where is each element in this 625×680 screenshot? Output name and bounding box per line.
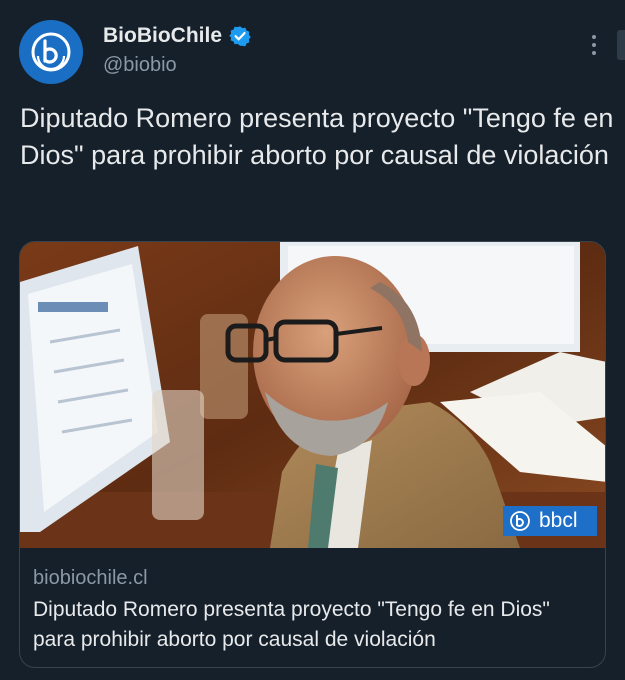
author-name-row: BioBioChile [103,24,251,48]
card-image[interactable] [20,242,605,548]
verified-badge-icon[interactable] [229,25,251,47]
more-options-icon[interactable] [580,30,608,60]
card-domain[interactable]: biobiochile.cl [33,567,148,590]
card-title[interactable]: Diputado Romero presenta proyecto "Tengo… [33,595,593,655]
avatar[interactable] [19,20,83,84]
handle[interactable]: @biobio [103,54,177,77]
watermark-text: bbcl [539,509,578,532]
tweet-text: Diputado Romero presenta proyecto "Tengo… [20,103,614,170]
biobio-logo-icon [31,32,71,72]
link-card[interactable]: bbcl biobiochile.cl Diputado Romero pres… [19,241,606,668]
edge-strip [617,30,625,60]
display-name[interactable]: BioBioChile [103,24,222,48]
biobio-watermark-logo-icon [510,511,530,531]
tweet[interactable]: BioBioChile @biobio Diputado Romero pres… [0,0,625,680]
bbcl-watermark: bbcl [503,506,597,536]
